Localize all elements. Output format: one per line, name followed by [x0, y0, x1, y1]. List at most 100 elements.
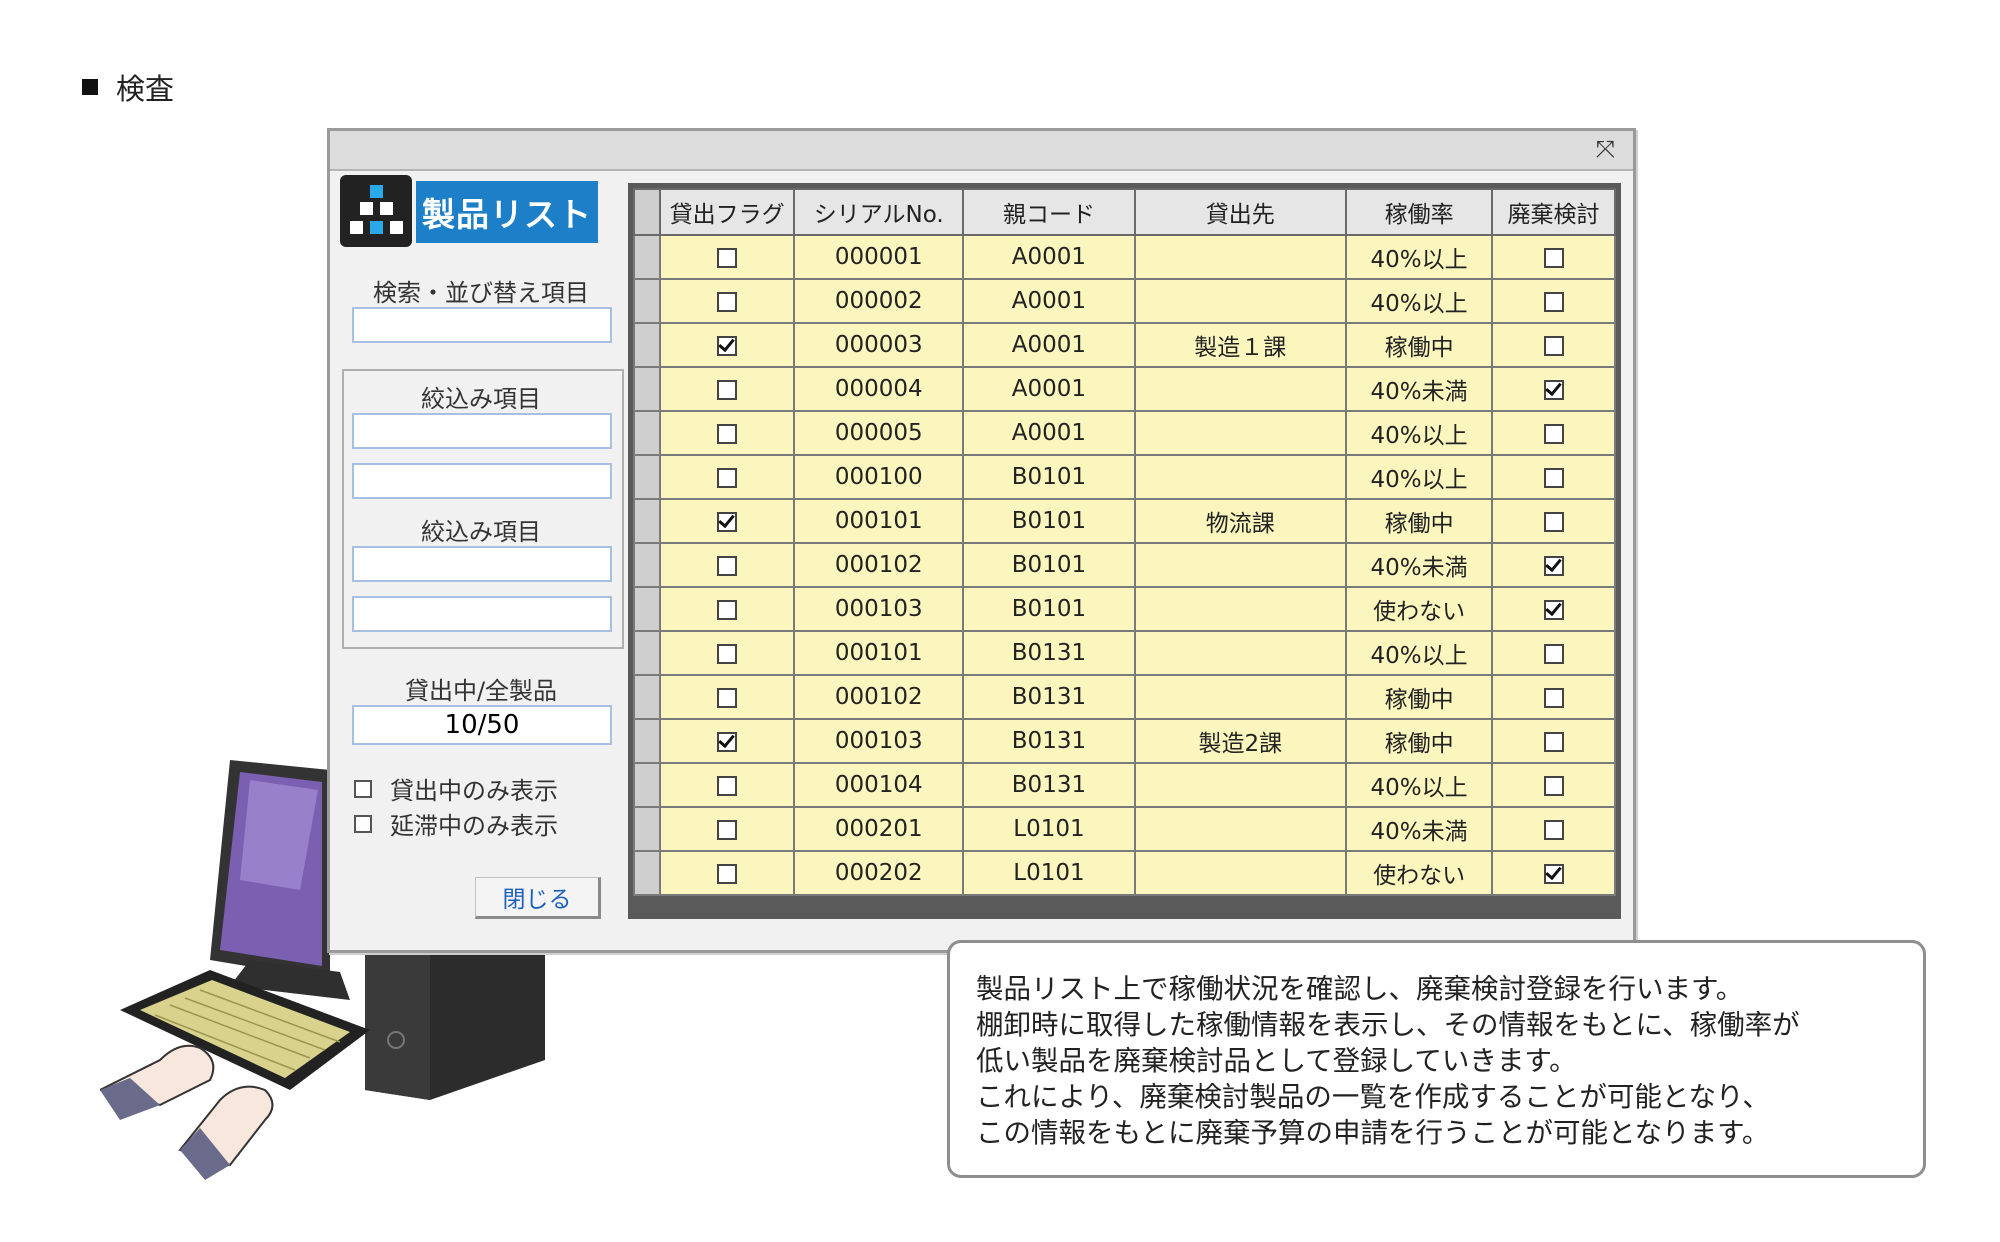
loan-flag-checkbox-cell[interactable]: [659, 850, 796, 896]
loan-flag-checkbox[interactable]: [717, 643, 738, 664]
disposal-checkbox-cell[interactable]: [1491, 630, 1616, 676]
disposal-checkbox[interactable]: [1543, 467, 1564, 488]
loan-flag-checkbox[interactable]: [717, 423, 738, 444]
disposal-checkbox-cell[interactable]: [1491, 718, 1616, 764]
loan-flag-checkbox-cell[interactable]: [659, 586, 796, 632]
loan-flag-checkbox[interactable]: [717, 555, 738, 576]
loan-flag-checkbox-cell[interactable]: [659, 278, 796, 324]
loan-flag-checkbox-cell[interactable]: [659, 454, 796, 500]
loan-flag-checkbox[interactable]: [717, 511, 738, 532]
loan-flag-checkbox-cell[interactable]: [659, 366, 796, 412]
disposal-checkbox[interactable]: [1543, 599, 1564, 620]
table-row[interactable]: 000001 A0001 40%以上: [632, 234, 1616, 280]
row-selector[interactable]: [632, 322, 662, 368]
filter-field-2[interactable]: [352, 463, 612, 499]
checkbox-icon[interactable]: [354, 779, 372, 798]
table-row[interactable]: 000002 A0001 40%以上: [632, 278, 1616, 324]
loan-flag-checkbox[interactable]: [717, 731, 738, 752]
loan-flag-checkbox[interactable]: [717, 291, 738, 312]
disposal-checkbox-cell[interactable]: [1491, 322, 1616, 368]
table-row[interactable]: 000004 A0001 40%未満: [632, 366, 1616, 412]
filter-field-3[interactable]: [352, 546, 612, 582]
disposal-checkbox[interactable]: [1543, 731, 1564, 752]
column-header-disposal[interactable]: 廃棄検討: [1491, 188, 1616, 236]
column-header-parent-code[interactable]: 親コード: [962, 188, 1136, 236]
loan-flag-checkbox-cell[interactable]: [659, 630, 796, 676]
close-button[interactable]: 閉じる: [475, 877, 601, 919]
show-on-loan-checkbox[interactable]: 貸出中のみ表示: [354, 771, 558, 806]
loan-flag-checkbox[interactable]: [717, 599, 738, 620]
disposal-checkbox[interactable]: [1543, 379, 1564, 400]
loan-flag-checkbox[interactable]: [717, 775, 738, 796]
loan-flag-checkbox[interactable]: [717, 687, 738, 708]
table-row[interactable]: 000102 B0101 40%未満: [632, 542, 1616, 588]
loan-flag-checkbox[interactable]: [717, 247, 738, 268]
loan-flag-checkbox-cell[interactable]: [659, 234, 796, 280]
disposal-checkbox-cell[interactable]: [1491, 542, 1616, 588]
disposal-checkbox-cell[interactable]: [1491, 586, 1616, 632]
row-selector[interactable]: [632, 718, 662, 764]
column-header-loan-destination[interactable]: 貸出先: [1133, 188, 1348, 236]
row-selector[interactable]: [632, 454, 662, 500]
disposal-checkbox[interactable]: [1543, 863, 1564, 884]
loan-flag-checkbox-cell[interactable]: [659, 322, 796, 368]
table-row[interactable]: 000005 A0001 40%以上: [632, 410, 1616, 456]
loan-flag-checkbox-cell[interactable]: [659, 718, 796, 764]
loan-flag-checkbox-cell[interactable]: [659, 674, 796, 720]
row-selector[interactable]: [632, 498, 662, 544]
loan-flag-checkbox[interactable]: [717, 863, 738, 884]
loan-flag-checkbox-cell[interactable]: [659, 762, 796, 808]
loan-flag-checkbox-cell[interactable]: [659, 498, 796, 544]
table-row[interactable]: 000104 B0131 40%以上: [632, 762, 1616, 808]
disposal-checkbox-cell[interactable]: [1491, 454, 1616, 500]
disposal-checkbox-cell[interactable]: [1491, 234, 1616, 280]
disposal-checkbox-cell[interactable]: [1491, 850, 1616, 896]
table-row[interactable]: 000103 B0131 製造2課 稼働中: [632, 718, 1616, 764]
filter-field-4[interactable]: [352, 596, 612, 632]
loan-flag-checkbox-cell[interactable]: [659, 806, 796, 852]
row-selector[interactable]: [632, 366, 662, 412]
disposal-checkbox-cell[interactable]: [1491, 674, 1616, 720]
table-row[interactable]: 000003 A0001 製造１課 稼働中: [632, 322, 1616, 368]
loan-ratio-field[interactable]: [352, 705, 612, 745]
column-header-utilization[interactable]: 稼働率: [1345, 188, 1494, 236]
disposal-checkbox[interactable]: [1543, 291, 1564, 312]
row-selector[interactable]: [632, 806, 662, 852]
filter-field-1[interactable]: [352, 413, 612, 449]
close-icon[interactable]: ⤧: [1596, 135, 1615, 163]
row-selector[interactable]: [632, 278, 662, 324]
table-row[interactable]: 000100 B0101 40%以上: [632, 454, 1616, 500]
row-selector[interactable]: [632, 674, 662, 720]
table-row[interactable]: 000101 B0131 40%以上: [632, 630, 1616, 676]
disposal-checkbox-cell[interactable]: [1491, 762, 1616, 808]
show-overdue-checkbox[interactable]: 延滞中のみ表示: [354, 806, 558, 841]
search-sort-field[interactable]: [352, 307, 612, 343]
row-selector[interactable]: [632, 630, 662, 676]
disposal-checkbox-cell[interactable]: [1491, 410, 1616, 456]
row-selector[interactable]: [632, 234, 662, 280]
loan-flag-checkbox[interactable]: [717, 379, 738, 400]
disposal-checkbox-cell[interactable]: [1491, 498, 1616, 544]
disposal-checkbox-cell[interactable]: [1491, 806, 1616, 852]
column-header-serial[interactable]: シリアルNo.: [793, 188, 965, 236]
disposal-checkbox[interactable]: [1543, 555, 1564, 576]
loan-flag-checkbox[interactable]: [717, 335, 738, 356]
table-row[interactable]: 000202 L0101 使わない: [632, 850, 1616, 896]
disposal-checkbox[interactable]: [1543, 643, 1564, 664]
checkbox-icon[interactable]: [354, 814, 372, 833]
disposal-checkbox[interactable]: [1543, 819, 1564, 840]
table-row[interactable]: 000101 B0101 物流課 稼働中: [632, 498, 1616, 544]
loan-flag-checkbox[interactable]: [717, 819, 738, 840]
table-row[interactable]: 000201 L0101 40%未満: [632, 806, 1616, 852]
disposal-checkbox[interactable]: [1543, 423, 1564, 444]
disposal-checkbox[interactable]: [1543, 775, 1564, 796]
loan-flag-checkbox-cell[interactable]: [659, 410, 796, 456]
row-selector[interactable]: [632, 586, 662, 632]
disposal-checkbox-cell[interactable]: [1491, 366, 1616, 412]
disposal-checkbox[interactable]: [1543, 335, 1564, 356]
disposal-checkbox-cell[interactable]: [1491, 278, 1616, 324]
table-row[interactable]: 000103 B0101 使わない: [632, 586, 1616, 632]
disposal-checkbox[interactable]: [1543, 247, 1564, 268]
row-selector[interactable]: [632, 762, 662, 808]
row-selector[interactable]: [632, 850, 662, 896]
